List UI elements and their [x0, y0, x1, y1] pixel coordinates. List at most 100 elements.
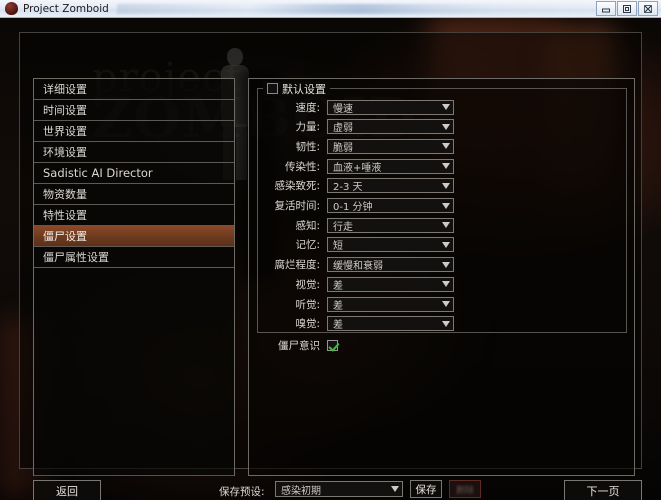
chevron-down-icon [442, 261, 450, 268]
setting-dropdown-4[interactable]: 2-3 天 [327, 178, 454, 194]
setting-value-5: 0-1 分钟 [333, 202, 373, 213]
setting-value-7: 短 [333, 241, 343, 253]
setting-row-2: 韧性: 脆弱 [249, 136, 634, 156]
zombie-awareness-label: 僵尸意识 [278, 339, 320, 352]
default-settings-checkbox[interactable] [267, 83, 278, 94]
setting-row-5: 复活时间: 0-1 分钟 [249, 196, 634, 216]
setting-label-4: 感染致死: [274, 180, 320, 193]
setting-row-0: 速度: 慢速 [249, 97, 634, 117]
sidebar-item-7[interactable]: 僵尸设置 [34, 226, 234, 247]
setting-label-0: 速度: [295, 101, 320, 114]
delete-button-label: 删除 [455, 485, 474, 496]
setting-row-1: 力量: 虚弱 [249, 117, 634, 137]
chevron-down-icon [442, 104, 450, 110]
chevron-down-icon [442, 182, 450, 189]
chevron-down-icon [442, 301, 450, 307]
setting-label-8: 腐烂程度: [274, 259, 320, 272]
sidebar-item-2[interactable]: 世界设置 [34, 121, 234, 142]
sidebar-item-6[interactable]: 特性设置 [34, 205, 234, 226]
setting-value-6: 行走 [333, 221, 353, 233]
setting-label-3: 传染性: [284, 160, 320, 173]
setting-label-1: 力量: [295, 121, 320, 134]
setting-row-7: 记忆: 短 [249, 235, 634, 255]
sidebar-item-5[interactable]: 物资数量 [34, 184, 234, 205]
setting-value-11: 差 [333, 320, 343, 332]
sidebar-item-label: 环境设置 [43, 146, 87, 159]
chevron-down-icon [442, 123, 450, 130]
maximize-icon[interactable] [617, 1, 637, 16]
setting-value-8: 缓慢和衰弱 [333, 261, 383, 273]
window-titlebar: Project Zomboid [0, 0, 661, 18]
chevron-down-icon [442, 202, 450, 209]
setting-label-11: 嗅觉: [295, 318, 320, 331]
preset-dropdown[interactable]: 感染初期 [275, 481, 403, 497]
setting-value-0: 慢速 [333, 103, 353, 115]
setting-dropdown-7[interactable]: 短 [327, 237, 454, 253]
setting-dropdown-11[interactable]: 差 [327, 316, 454, 332]
default-settings-label: 默认设置 [282, 82, 326, 96]
dialog-bottom-bar: 返回 保存预设: 感染初期 保存 删除 下一页 [19, 476, 642, 500]
sidebar-item-label: 世界设置 [43, 125, 87, 138]
setting-row-4: 感染致死: 2-3 天 [249, 176, 634, 196]
chevron-down-icon [442, 241, 450, 248]
sidebar-item-8[interactable]: 僵尸属性设置 [34, 247, 234, 268]
setting-value-10: 差 [333, 300, 343, 312]
chevron-down-icon [442, 281, 450, 288]
next-page-button[interactable]: 下一页 [564, 480, 642, 500]
sidebar-item-3[interactable]: 环境设置 [34, 142, 234, 163]
game-viewport: project ZOMBOID 详细设置时间设置世界设置环境设置Sadistic… [0, 18, 661, 500]
setting-dropdown-5[interactable]: 0-1 分钟 [327, 198, 454, 213]
sidebar-item-label: 僵尸设置 [43, 230, 87, 243]
sidebar-item-label: 时间设置 [43, 104, 87, 117]
window-title: Project Zomboid [23, 2, 109, 15]
default-settings-legend[interactable]: 默认设置 [263, 81, 330, 96]
setting-dropdown-2[interactable]: 脆弱 [327, 138, 454, 154]
setting-value-9: 差 [333, 280, 343, 292]
zombie-awareness-row: 僵尸意识 [249, 335, 634, 355]
setting-value-1: 虚弱 [333, 123, 353, 135]
setting-label-7: 记忆: [295, 239, 320, 252]
sidebar-item-label: 物资数量 [43, 188, 87, 201]
sidebar-item-0[interactable]: 详细设置 [34, 79, 234, 100]
zomboid-logo-icon [5, 2, 18, 15]
setting-dropdown-8[interactable]: 缓慢和衰弱 [327, 257, 454, 273]
setting-label-9: 视觉: [295, 278, 320, 291]
sidebar-item-label: 详细设置 [43, 83, 87, 96]
setting-label-5: 复活时间: [274, 200, 320, 212]
setting-value-2: 脆弱 [333, 142, 353, 154]
setting-dropdown-1[interactable]: 虚弱 [327, 119, 454, 135]
sidebar-item-4[interactable]: Sadistic AI Director [34, 163, 234, 184]
sidebar-item-label: Sadistic AI Director [43, 166, 153, 180]
setting-row-6: 感知: 行走 [249, 215, 634, 235]
application-window: Project Zomboid project ZOMBOID [0, 0, 661, 500]
setting-dropdown-3[interactable]: 血液+唾液 [327, 158, 454, 174]
back-button[interactable]: 返回 [33, 480, 101, 500]
zombie-settings-panel: 默认设置 速度: 慢速力量: 虚弱韧性: 脆弱传染性: 血液+唾液感染致死: 2-3 天复… [248, 78, 635, 476]
setting-dropdown-0[interactable]: 慢速 [327, 99, 454, 115]
setting-row-10: 听觉: 差 [249, 294, 634, 314]
chevron-down-icon [391, 486, 399, 492]
setting-row-9: 视觉: 差 [249, 274, 634, 294]
minimize-icon[interactable] [596, 1, 616, 16]
zombie-awareness-checkbox[interactable] [327, 339, 338, 351]
setting-label-10: 听觉: [295, 298, 320, 311]
chevron-down-icon [442, 222, 450, 229]
setting-dropdown-6[interactable]: 行走 [327, 217, 454, 233]
preset-label: 保存预设: [219, 486, 265, 498]
setting-dropdown-9[interactable]: 差 [327, 276, 454, 292]
chevron-down-icon [442, 163, 450, 170]
delete-button[interactable]: 删除 [449, 480, 481, 498]
setting-label-2: 韧性: [295, 140, 320, 153]
settings-category-list: 详细设置时间设置世界设置环境设置 Sadistic AI Director 物资数量… [33, 78, 235, 477]
save-button[interactable]: 保存 [410, 480, 442, 498]
close-icon[interactable] [638, 1, 658, 16]
preset-value: 感染初期 [281, 485, 321, 497]
chevron-down-icon [442, 143, 450, 150]
setting-dropdown-10[interactable]: 差 [327, 296, 454, 312]
setting-value-4: 2-3 天 [333, 182, 363, 194]
titlebar-blurred-text [116, 3, 588, 14]
setting-row-8: 腐烂程度: 缓慢和衰弱 [249, 255, 634, 275]
sidebar-item-1[interactable]: 时间设置 [34, 100, 234, 121]
setting-value-3: 血液+唾液 [333, 162, 382, 174]
sidebar-empty-area [34, 268, 234, 477]
